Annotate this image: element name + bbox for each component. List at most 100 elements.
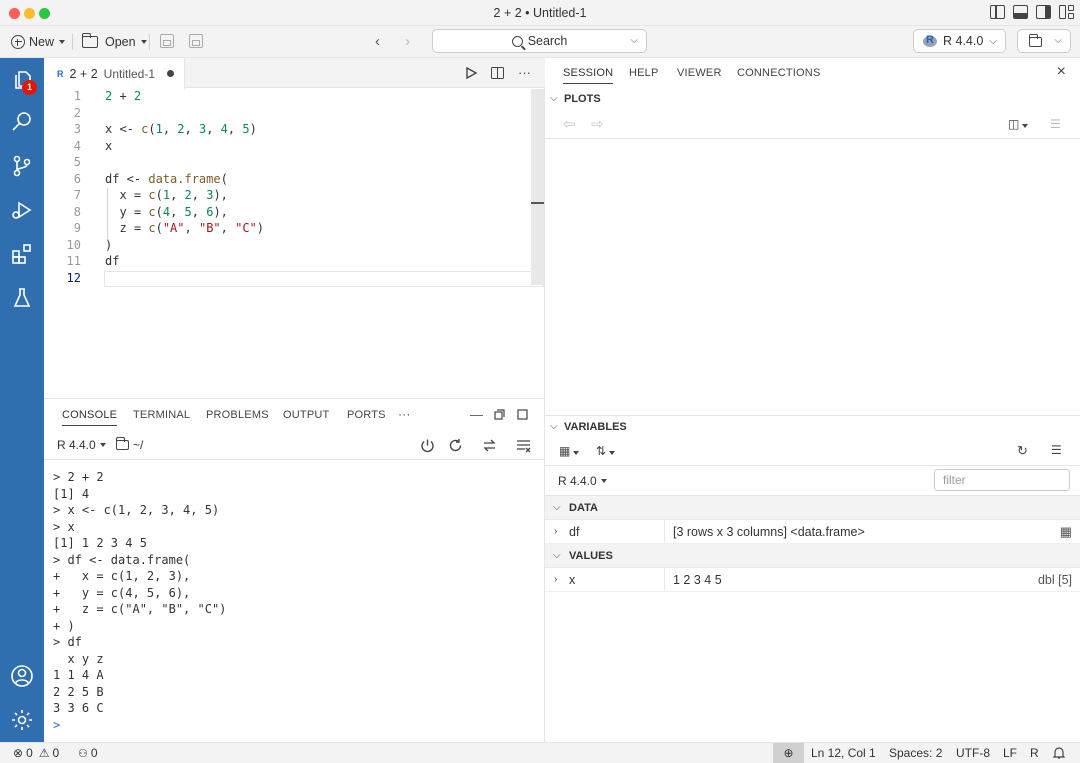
toggle-panel-icon[interactable] [1013,5,1028,19]
editor-scrollbar[interactable] [531,89,544,285]
data-group-header[interactable]: ⌵ DATA [545,496,1080,520]
encoding[interactable]: UTF-8 [956,746,990,760]
tab-problems[interactable]: PROBLEMS [206,409,269,421]
console-line: + x = c(1, 2, 3), [53,569,191,583]
line-number: 11 [66,254,81,268]
clear-console-icon[interactable] [516,438,531,456]
forward-arrow-icon[interactable]: › [405,33,410,50]
r-version-label: R 4.4.0 [943,34,984,48]
values-group-header[interactable]: ⌵ VALUES [545,544,1080,568]
more-actions-icon[interactable]: ··· [518,65,531,80]
table-view-icon[interactable]: ▦ [1060,520,1072,544]
tab-ports[interactable]: PORTS [347,409,386,421]
account-icon[interactable] [10,664,34,688]
editor-tab-untitled[interactable]: R 2 + 2 Untitled-1 [44,58,185,89]
data-group-label: DATA [569,502,598,514]
restore-panel-icon[interactable] [494,408,505,423]
split-editor-icon[interactable] [491,66,504,79]
close-icon[interactable]: × [1057,63,1066,81]
clear-plots-icon[interactable]: ☰ [1050,117,1061,131]
language-mode[interactable]: R [1030,746,1039,760]
r-file-icon: R [57,68,64,79]
gear-icon[interactable] [10,708,34,732]
console-line: > x <- c(1, 2, 3, 4, 5) [53,503,220,517]
tab-console[interactable]: CONSOLE [62,409,118,426]
caret-down-icon [140,40,147,44]
power-icon[interactable] [420,438,435,456]
ports-count: 0 [90,746,98,760]
new-file-button[interactable]: New [11,32,66,52]
run-debug-icon[interactable] [10,198,34,222]
plot-layout-icon[interactable]: ◫ [1008,117,1029,131]
toggle-trace-icon[interactable] [482,438,497,456]
chevron-down-icon: ⌵ [553,502,561,513]
maximize-panel-icon[interactable] [517,408,528,423]
ports-status[interactable]: ⚇ 0 [78,746,98,760]
code-line: z = c("A", "B", "C") [105,221,265,235]
toggle-secondary-sidebar-icon[interactable] [1036,5,1051,19]
console-r-version[interactable]: R 4.4.0 [57,438,106,452]
plots-section-header[interactable]: ⌵ PLOTS [545,88,1080,110]
chevron-down-icon: ⌵ [550,93,558,104]
variables-r-version[interactable]: R 4.4.0 [558,474,607,488]
variables-toolbar: ▦ ⇅ ↻ ☰ [545,438,1080,466]
bell-icon[interactable] [1052,746,1066,762]
refresh-icon[interactable]: ↻ [1017,443,1028,459]
variable-row-x[interactable]: › x 1 2 3 4 5 dbl [5] [545,568,1080,592]
variables-section-header[interactable]: ⌵ VARIABLES [545,415,1080,437]
save-icon[interactable] [160,34,174,48]
cursor-position[interactable]: Ln 12, Col 1 [811,746,876,760]
line-number: 8 [73,204,81,219]
unsaved-dot-icon[interactable] [167,70,175,77]
console-output[interactable]: > 2 + 2 [1] 4 > x <- c(1, 2, 3, 4, 5) > x [1… [53,469,226,733]
restart-icon[interactable] [448,438,463,456]
customize-layout-icon[interactable] [1059,5,1074,19]
clear-variables-icon[interactable]: ☰ [1051,443,1062,457]
code-line: 2 + 2 [105,89,142,103]
search-icon[interactable] [10,110,34,134]
variable-row-df[interactable]: › df [3 rows x 3 columns] <data.frame> ▦ [545,520,1080,544]
chevron-right-icon[interactable]: › [554,520,557,544]
previous-plot-icon[interactable]: ⇦ [563,115,576,133]
console-line: > df <- data.frame( [53,552,191,567]
project-folder-button[interactable]: ⌵ [1017,29,1071,53]
tab-connections[interactable]: CONNECTIONS [737,67,820,79]
line-ending[interactable]: LF [1003,746,1017,760]
console-line: + z = c("A", "B", "C") [53,602,227,616]
source-control-icon[interactable] [10,154,34,178]
code-line: y = c(4, 5, 6), [105,204,228,219]
working-directory[interactable]: ~/ [115,437,143,452]
editor-area: R 2 + 2 Untitled-1 ··· 1 2 3 4 5 6 7 8 9… [44,58,545,398]
command-search[interactable]: Search ⌵ [432,29,647,53]
save-all-icon[interactable] [189,34,203,48]
chevron-down-icon: ⌵ [1054,35,1062,46]
zoom-icon[interactable]: ⊕ [773,743,804,763]
code-editor[interactable]: 1 2 3 4 5 6 7 8 9 10 11 12 2 + 2 x <- c(… [44,89,545,389]
next-plot-icon[interactable]: ⇨ [591,115,604,133]
sort-icon[interactable]: ⇅ [596,444,616,458]
more-tabs-icon[interactable]: ··· [398,407,411,421]
extensions-icon[interactable] [10,242,34,266]
editor-tabs: R 2 + 2 Untitled-1 ··· [44,58,545,89]
window-title: 2 + 2 • Untitled-1 [493,6,587,20]
open-file-button[interactable]: Open [81,32,147,52]
tab-help[interactable]: HELP [629,67,659,79]
tab-session[interactable]: SESSION [563,67,614,84]
run-file-icon[interactable] [466,66,477,79]
problems-status[interactable]: ⊗ 0 ⚠ 0 [13,746,59,760]
r-interpreter-selector[interactable]: R 4.4.0 ⌵ [913,29,1006,53]
testing-icon[interactable] [10,286,34,310]
console-line: [1] 4 [53,486,90,501]
indentation[interactable]: Spaces: 2 [889,746,942,760]
tab-viewer[interactable]: VIEWER [677,67,722,79]
toggle-sidebar-icon[interactable] [990,5,1005,19]
back-arrow-icon[interactable]: ‹ [375,33,380,50]
broadcast-icon: ⚇ [78,747,88,760]
tab-terminal[interactable]: TERMINAL [133,409,190,421]
variable-value: 1 2 3 4 5 [673,573,722,587]
chevron-right-icon[interactable]: › [554,568,557,592]
minimize-panel-icon[interactable]: — [470,407,483,422]
group-by-icon[interactable]: ▦ [559,444,580,458]
filter-input[interactable]: filter [934,469,1070,491]
tab-output[interactable]: OUTPUT [283,409,329,421]
